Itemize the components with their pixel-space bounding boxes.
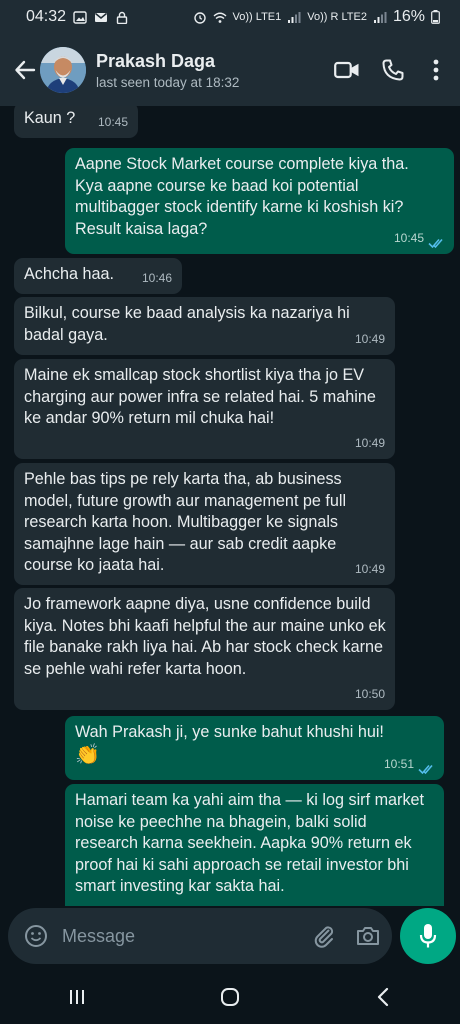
message-list[interactable]: Kaun ? 10:45 Aapne Stock Market course c… bbox=[0, 106, 460, 906]
message-time: 10:50 bbox=[354, 686, 385, 701]
phone-icon bbox=[382, 59, 404, 81]
microphone-icon bbox=[419, 924, 437, 948]
message-time: 10:45 bbox=[97, 114, 128, 129]
status-time: 04:32 bbox=[26, 8, 67, 25]
back-button[interactable] bbox=[6, 50, 44, 90]
signal-2-icon bbox=[373, 11, 387, 23]
network-2-label: Vo)) R LTE2 bbox=[307, 11, 367, 23]
chevron-back-icon bbox=[378, 987, 389, 1007]
recent-apps-button[interactable] bbox=[47, 977, 107, 1017]
more-vertical-icon bbox=[433, 59, 439, 81]
message-time: 10:46 bbox=[141, 270, 172, 285]
lock-icon bbox=[116, 11, 128, 24]
gmail-icon bbox=[95, 12, 108, 22]
message-text: Achcha haa. bbox=[24, 265, 114, 283]
home-icon bbox=[220, 988, 239, 1006]
avatar-image bbox=[40, 47, 86, 93]
message-text: Bilkul, course ke baad analysis ka nazar… bbox=[24, 304, 350, 344]
network-1-label: Vo)) LTE1 bbox=[232, 11, 282, 23]
outgoing-message[interactable]: Hamari team ka yahi aim tha — ki log sir… bbox=[65, 784, 444, 906]
contact-name: Prakash Daga bbox=[96, 50, 216, 71]
read-ticks-icon bbox=[418, 764, 433, 775]
video-camera-icon bbox=[334, 61, 359, 79]
battery-icon bbox=[431, 10, 440, 24]
message-text: Hamari team ka yahi aim tha — ki log sir… bbox=[75, 791, 425, 895]
incoming-message[interactable]: Pehle bas tips pe rely karta tha, ab bus… bbox=[14, 463, 395, 585]
outgoing-message[interactable]: Wah Prakash ji, ye sunke bahut khushi hu… bbox=[65, 716, 444, 780]
last-seen-status: last seen today at 18:32 bbox=[96, 74, 240, 90]
message-time: 10:49 bbox=[354, 331, 385, 346]
system-back-button[interactable] bbox=[353, 977, 413, 1017]
contact-info[interactable]: Prakash Daga last seen today at 18:32 bbox=[96, 51, 324, 90]
incoming-message[interactable]: Kaun ? 10:45 bbox=[14, 106, 138, 138]
incoming-message[interactable]: Maine ek smallcap stock shortlist kiya t… bbox=[14, 359, 395, 459]
attach-button[interactable] bbox=[304, 916, 344, 956]
video-call-button[interactable] bbox=[324, 47, 370, 93]
read-ticks-icon bbox=[428, 238, 443, 249]
home-button[interactable] bbox=[200, 977, 260, 1017]
arrow-back-icon bbox=[15, 60, 36, 80]
message-time: 10:49 bbox=[354, 561, 385, 576]
contact-avatar[interactable] bbox=[40, 47, 86, 93]
message-text: Jo framework aapne diya, usne confidence… bbox=[24, 595, 386, 678]
message-text: Kaun ? bbox=[24, 109, 76, 127]
chat-header: Prakash Daga last seen today at 18:32 bbox=[0, 34, 460, 106]
message-composer bbox=[8, 908, 392, 964]
wifi-icon bbox=[213, 12, 227, 23]
message-text: Maine ek smallcap stock shortlist kiya t… bbox=[24, 366, 376, 427]
voice-message-button[interactable] bbox=[400, 908, 456, 964]
paperclip-icon bbox=[314, 926, 334, 948]
status-right: Vo)) LTE1 Vo)) R LTE2 16% bbox=[193, 8, 440, 26]
message-time: 10:51 bbox=[383, 756, 414, 771]
camera-button[interactable] bbox=[348, 916, 388, 956]
incoming-message[interactable]: Achcha haa. 10:46 bbox=[14, 258, 182, 294]
message-input[interactable] bbox=[60, 924, 304, 948]
more-options-button[interactable] bbox=[416, 47, 456, 93]
message-time: 10:45 bbox=[393, 230, 424, 245]
photo-icon bbox=[73, 10, 87, 24]
outgoing-message[interactable]: Aapne Stock Market course complete kiya … bbox=[65, 148, 454, 254]
message-time: 10:49 bbox=[354, 435, 385, 450]
emoji-smiley-icon bbox=[25, 925, 47, 947]
incoming-message[interactable]: Bilkul, course ke baad analysis ka nazar… bbox=[14, 297, 395, 355]
status-bar: 04:32 Vo)) LTE1 Vo)) R LTE2 16% bbox=[0, 0, 460, 34]
message-text: Wah Prakash ji, ye sunke bahut khushi hu… bbox=[75, 723, 384, 741]
message-text: Aapne Stock Market course complete kiya … bbox=[75, 155, 409, 238]
recent-apps-icon bbox=[69, 990, 84, 1004]
incoming-message[interactable]: Jo framework aapne diya, usne confidence… bbox=[14, 588, 395, 710]
camera-icon bbox=[357, 927, 379, 945]
battery-level: 16% bbox=[392, 8, 425, 25]
signal-1-icon bbox=[288, 11, 301, 23]
alarm-icon bbox=[193, 11, 206, 24]
status-left: 04:32 bbox=[26, 8, 129, 26]
voice-call-button[interactable] bbox=[370, 47, 416, 93]
clap-emoji: 👏 bbox=[75, 743, 100, 766]
emoji-button[interactable] bbox=[16, 916, 56, 956]
message-text: Pehle bas tips pe rely karta tha, ab bus… bbox=[24, 470, 347, 574]
system-navigation-bar bbox=[0, 970, 460, 1024]
